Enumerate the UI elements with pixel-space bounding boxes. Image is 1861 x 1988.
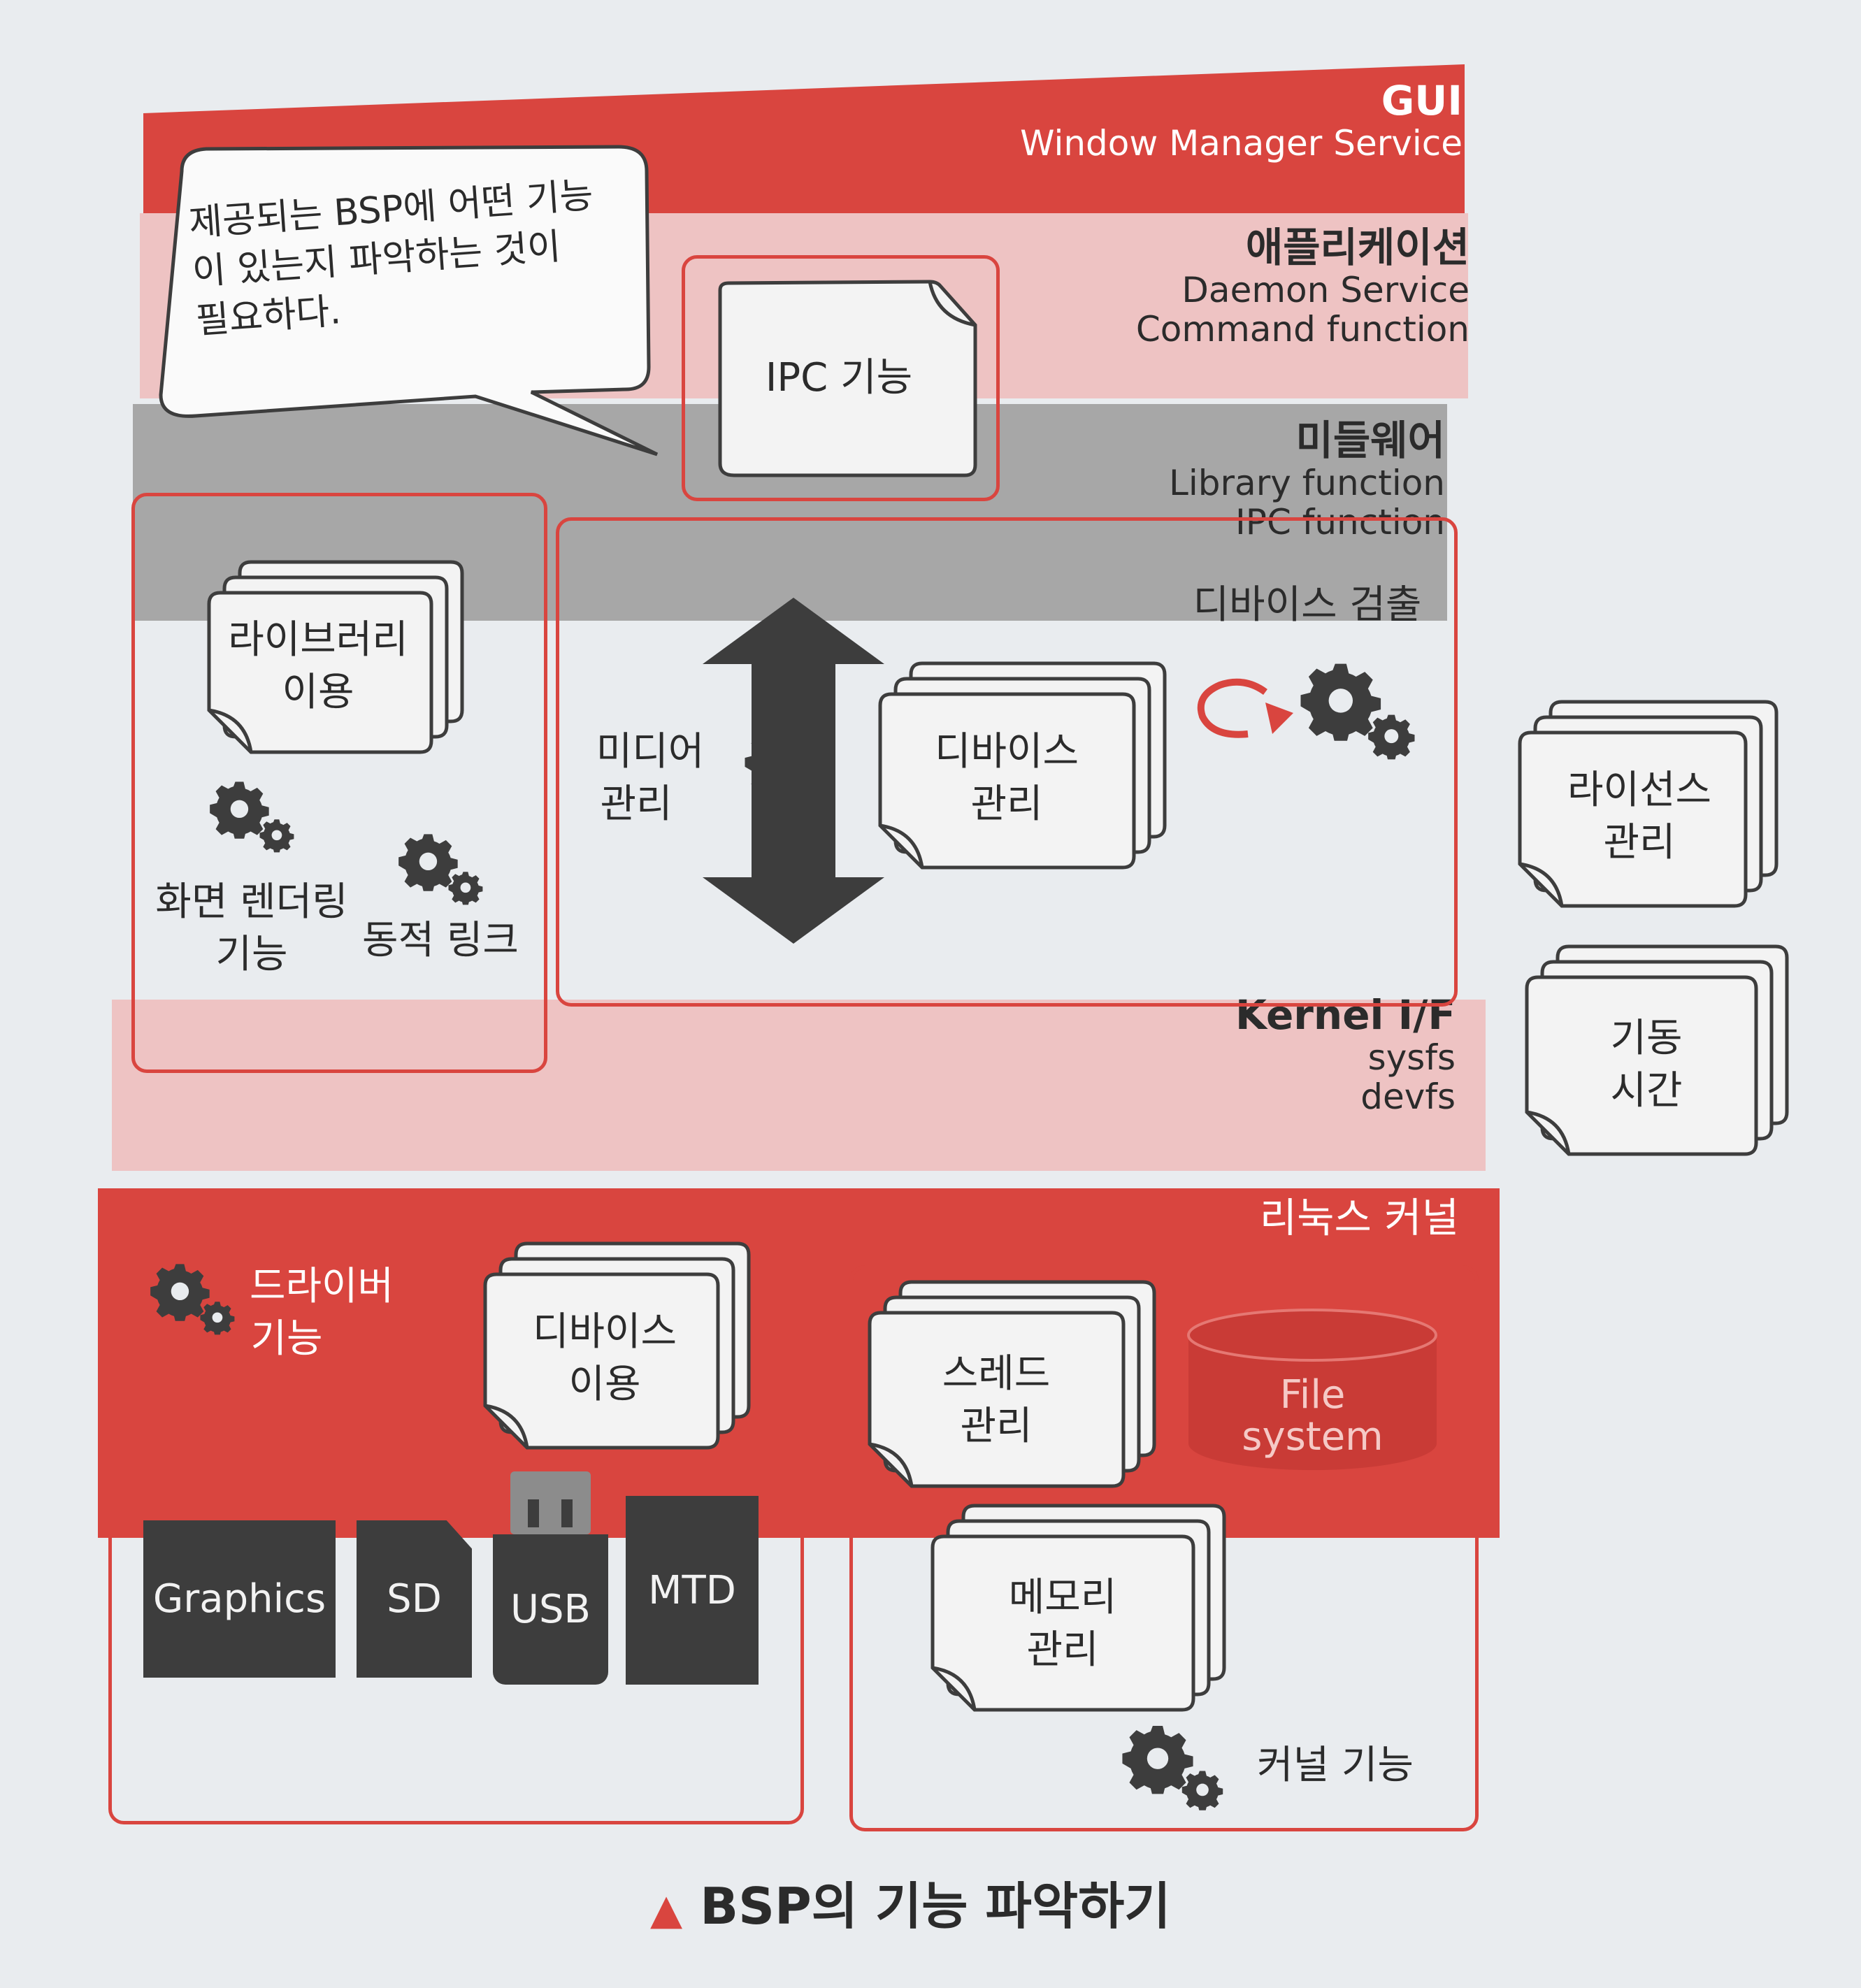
middleware-sub1: Library function [1169,462,1445,503]
refresh-arrow-icon [1197,678,1293,738]
license-doc-line2: 관리 [1603,820,1676,865]
linux-kernel-title: 리눅스 커널 [1259,1194,1459,1241]
thread-doc-line2: 관리 [960,1404,1033,1449]
graphics-chip: Graphics [143,1520,336,1678]
caption-text: BSP의 기능 파악하기 [700,1877,1171,1936]
driver-line2: 기능 [250,1316,323,1362]
boot-doc-line1: 기동 [1610,1016,1683,1061]
device-mgmt-doc-line1: 디바이스 [934,729,1079,775]
kernel-func-label: 커널 기능 [1257,1743,1414,1788]
media-line1: 미디어 [596,729,705,775]
application-sub1: Daemon Service [1181,269,1470,310]
kernel-func-gear-icon [1122,1723,1227,1813]
kernel-if-label: Kernel I/F sysfs devfs [1235,993,1456,1116]
caption: ▲ BSP의 기능 파악하기 [650,1865,1171,1938]
usb-connector-icon [510,1471,591,1534]
driver-line1: 드라이버 [249,1264,394,1309]
double-arrow-icon [703,598,884,944]
device-use-doc-line1: 디바이스 [532,1309,677,1355]
screen-render-line2: 기능 [215,932,288,977]
kernel-if-sub2: devfs [1360,1076,1456,1117]
file-system-line2: system [1242,1414,1384,1460]
device-detect-label: 디바이스 검출 [1193,582,1422,628]
usb-chip: USB [493,1534,608,1685]
dynamic-link-label: 동적 링크 [362,918,519,963]
application-label: 애플리케이션 Daemon Service Command function [1136,225,1470,349]
device-use-doc-line2: 이용 [568,1362,641,1407]
library-doc-line2: 이용 [282,670,354,715]
linux-kernel-label: 리눅스 커널 [1260,1195,1459,1241]
caption-marker: ▲ [650,1885,683,1934]
gui-label: GUI Window Manager Service [1020,78,1463,163]
license-doc-line1: 라이선스 [1567,768,1712,813]
kernel-if-sub1: sysfs [1367,1037,1456,1078]
application-sub2: Command function [1135,308,1470,350]
middleware-title: 미들웨어 [1295,417,1445,464]
thread-doc-line1: 스레드 [942,1351,1051,1397]
library-doc-line1: 라이브러리 [228,617,408,663]
application-title: 애플리케이션 [1245,224,1470,271]
screen-render-line1: 화면 렌더링 [155,879,348,925]
memory-doc-line2: 관리 [1026,1627,1099,1673]
memory-doc-line1: 메모리 [1008,1575,1117,1620]
sd-chip: SD [357,1520,472,1678]
gui-title: GUI [1381,77,1463,124]
media-line2: 관리 [600,781,673,827]
screen-render-gear-icon [210,779,297,854]
device-detect-gear-icon [1300,661,1419,762]
ipc-doc-label: IPC 기능 [765,355,913,401]
device-mgmt-doc-line2: 관리 [970,781,1043,827]
boot-doc-line2: 시간 [1610,1068,1683,1114]
dynamic-link-gear-icon [398,832,486,907]
mtd-chip: MTD [626,1496,759,1685]
callout-text: 제공되는 BSP에 어떤 기능 이 있는지 파악하는 것이 필요하다. [187,171,602,346]
gui-subtitle: Window Manager Service [1020,122,1463,164]
